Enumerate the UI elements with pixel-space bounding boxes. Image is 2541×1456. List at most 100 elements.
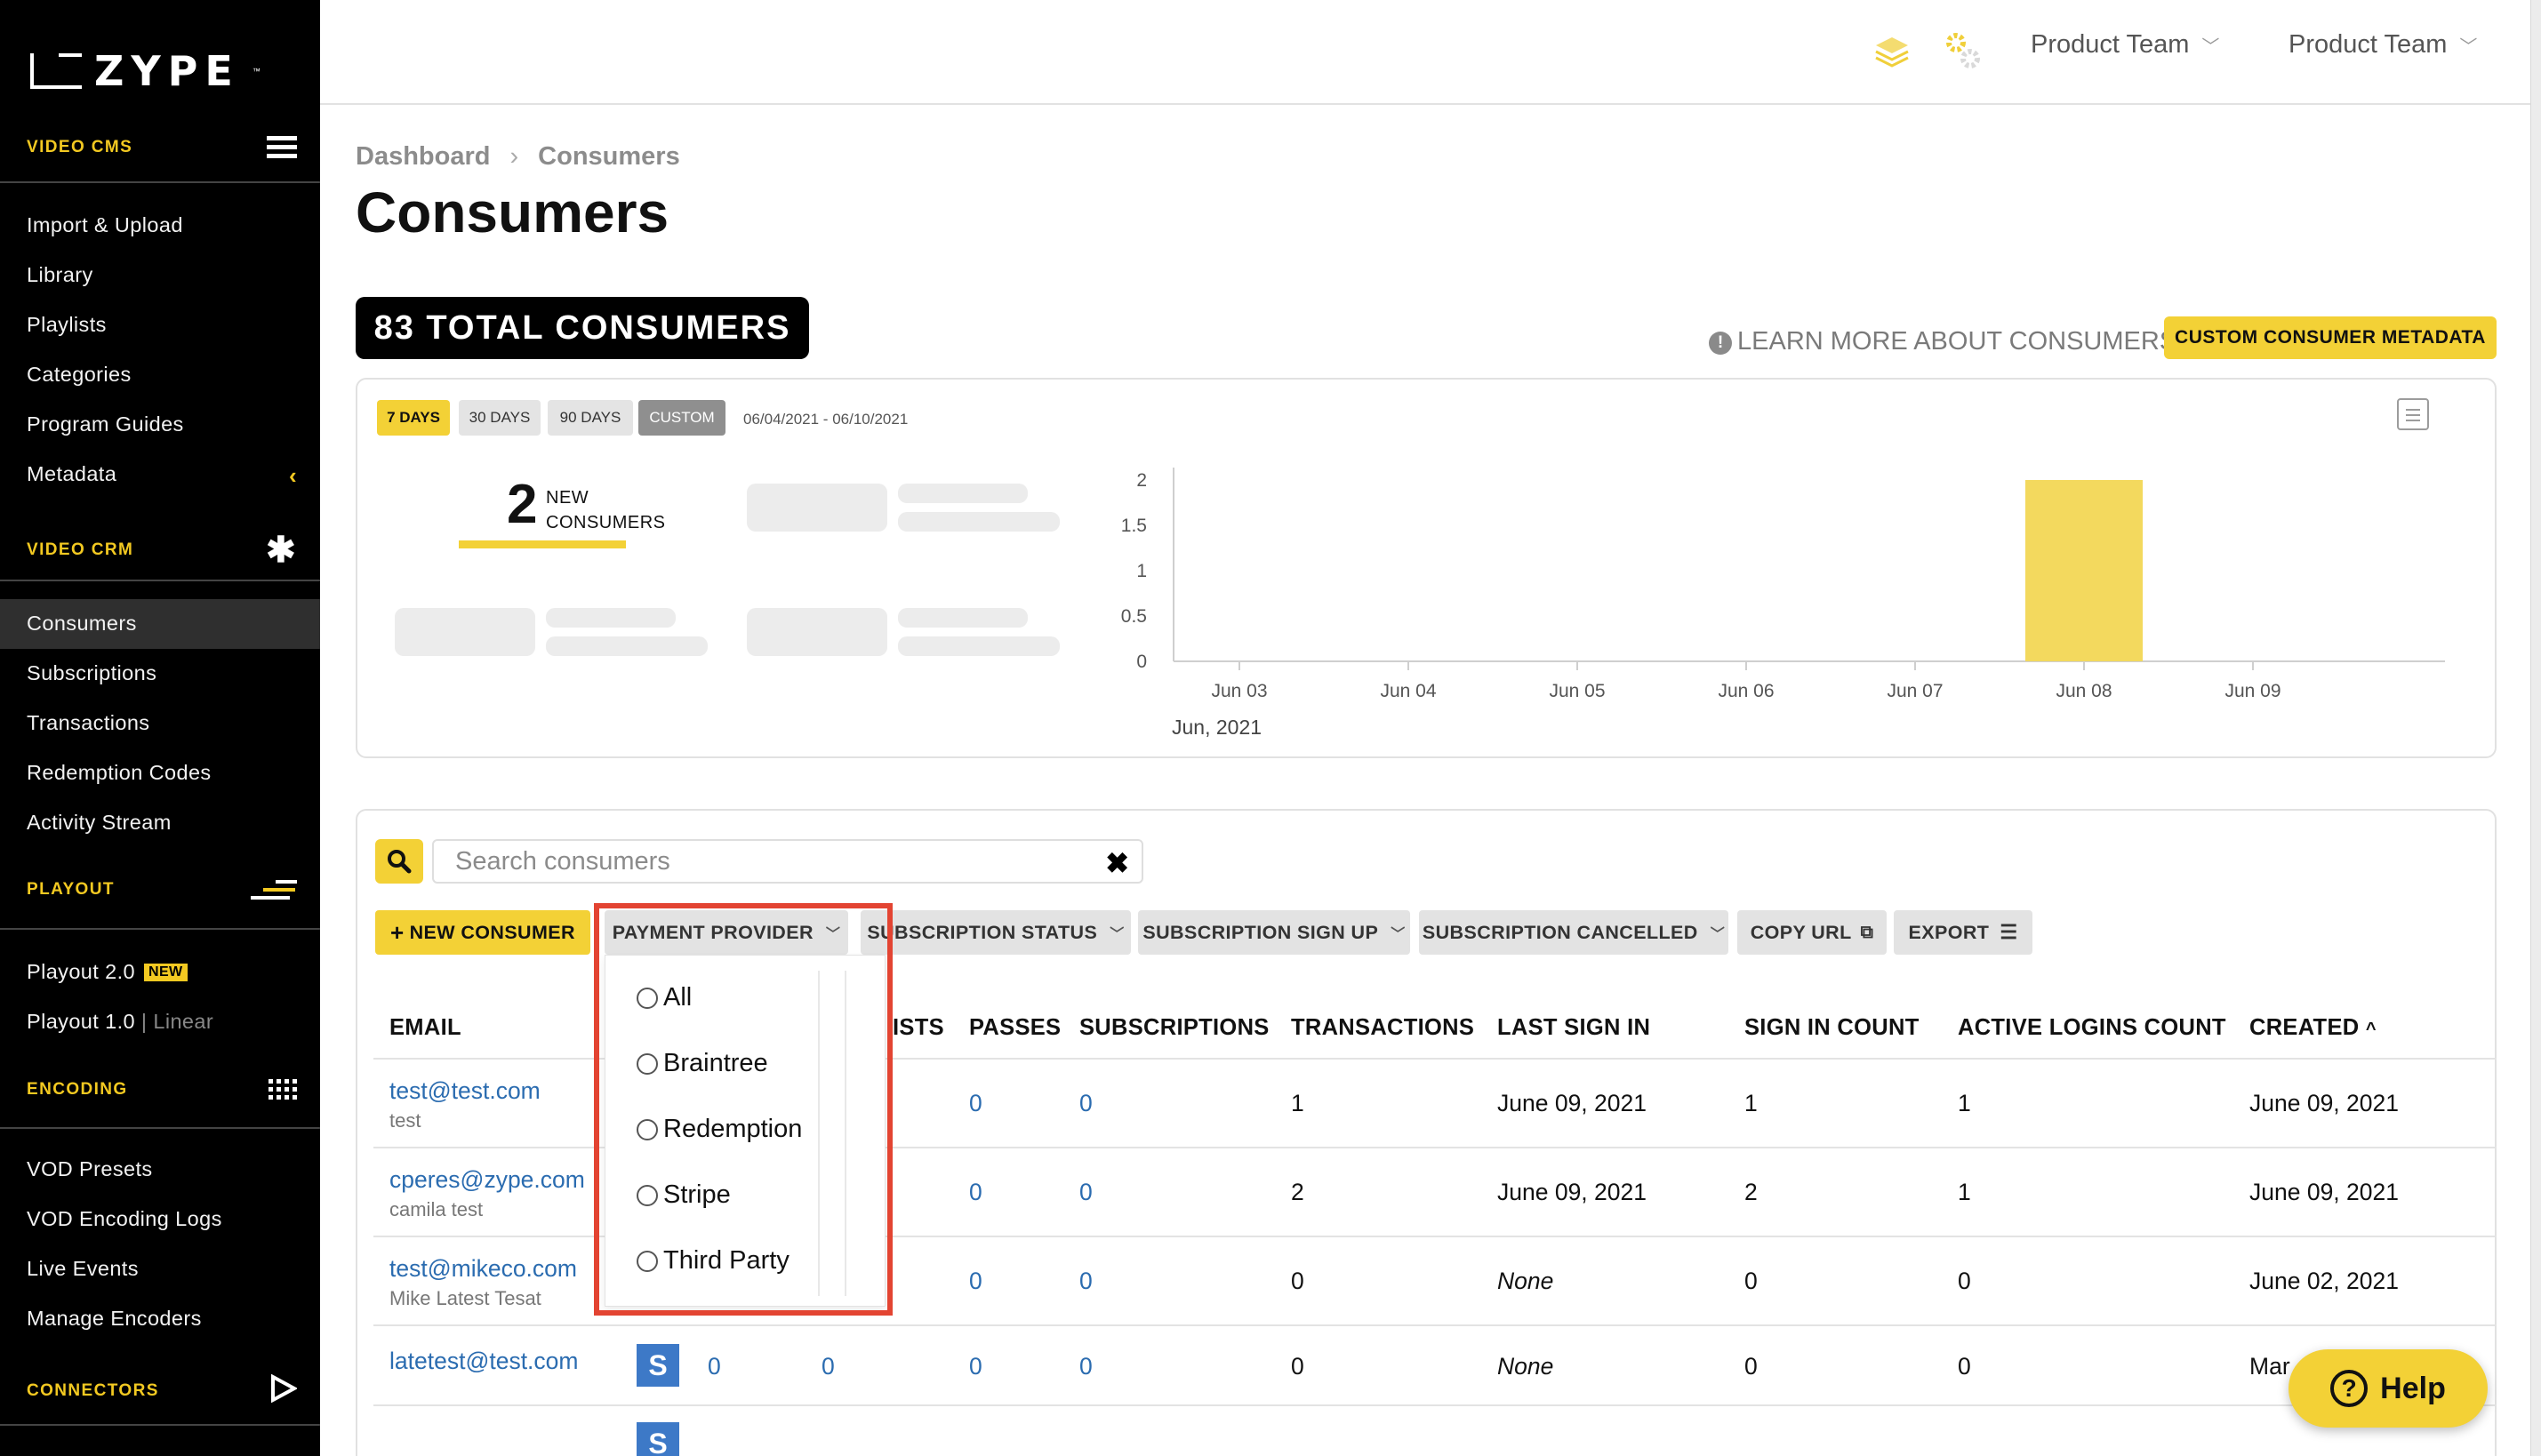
x-tick-label: Jun 08: [2056, 681, 2112, 701]
breadcrumb-dashboard[interactable]: Dashboard: [356, 142, 490, 171]
export-button[interactable]: EXPORT ☰: [1894, 910, 2032, 955]
sidebar-item-activity-stream[interactable]: Activity Stream: [27, 811, 172, 835]
subscription-cancelled-filter[interactable]: SUBSCRIPTION CANCELLED ﹀: [1419, 910, 1728, 955]
close-icon[interactable]: ✖: [1105, 846, 1129, 880]
x-tick-label: Jun 04: [1380, 681, 1436, 701]
section-label: CONNECTORS: [27, 1381, 159, 1400]
new-consumer-button[interactable]: + NEW CONSUMER: [375, 910, 590, 955]
sidebar-item-consumers[interactable]: Consumers: [27, 612, 137, 636]
breadcrumb: Dashboard › Consumers: [356, 142, 680, 172]
hamburger-icon[interactable]: [267, 132, 297, 163]
separator: |: [140, 1010, 148, 1033]
new-consumers-count: 2: [507, 474, 538, 535]
kpi-placeholder: [898, 608, 1028, 628]
column-header-created[interactable]: CREATED ^: [2249, 1015, 2377, 1041]
row-passes[interactable]: 0: [969, 1353, 982, 1380]
button-label: SUBSCRIPTION CANCELLED: [1422, 921, 1698, 943]
row-email[interactable]: test@mikeco.com: [389, 1255, 577, 1283]
row-subscriptions[interactable]: 0: [1079, 1179, 1093, 1206]
section-encoding[interactable]: ENCODING: [27, 1079, 297, 1100]
team-selector-2[interactable]: Product Team ﹀: [2289, 30, 2477, 60]
section-playout[interactable]: PLAYOUT: [27, 880, 297, 900]
row-passes[interactable]: 0: [969, 1179, 982, 1206]
column-header-sign-in-count[interactable]: SIGN IN COUNT: [1744, 1015, 1920, 1041]
learn-more-link[interactable]: ! LEARN MORE ABOUT CONSUMERS: [1709, 327, 2176, 356]
column-header-lists[interactable]: ISTS: [893, 1015, 944, 1041]
row-email[interactable]: latetest@test.com: [389, 1348, 578, 1375]
asterisk-icon: ✱: [266, 531, 297, 570]
subscription-status-filter[interactable]: SUBSCRIPTION STATUS ﹀: [861, 910, 1131, 955]
range-7-days[interactable]: 7 DAYS: [377, 400, 450, 436]
row-active-logins: 1: [1958, 1179, 1971, 1205]
new-consumers-chart: 0 0.5 1 1.5 2 Jun 03 Jun 04 Jun 05 Jun 06 Jun 07 J…: [1121, 468, 2445, 739]
sidebar-item-program-guides[interactable]: Program Guides: [27, 412, 184, 436]
search-input[interactable]: [434, 841, 1074, 882]
copy-url-button[interactable]: COPY URL ⧉: [1737, 910, 1887, 955]
grid-icon: [269, 1079, 297, 1100]
chevron-down-icon: ﹀: [1110, 927, 1125, 942]
new-consumers-label: NEW CONSUMERS: [546, 485, 666, 535]
sidebar-item-live-events[interactable]: Live Events: [27, 1257, 139, 1281]
zype-logo[interactable]: ZYPE ™: [30, 47, 261, 95]
chevron-left-icon: ‹: [288, 462, 297, 489]
page-scrollbar[interactable]: [2530, 0, 2541, 1456]
sidebar-item-redemption-codes[interactable]: Redemption Codes: [27, 761, 212, 785]
plus-icon: +: [390, 918, 405, 946]
sidebar-item-metadata[interactable]: Metadata ‹: [27, 462, 297, 490]
sidebar-item-transactions[interactable]: Transactions: [27, 711, 149, 735]
row-subscriptions[interactable]: 0: [1079, 1353, 1093, 1380]
sort-ascending-icon[interactable]: ^: [2366, 1020, 2377, 1039]
range-custom[interactable]: CUSTOM: [638, 400, 725, 436]
team-selector-1[interactable]: Product Team ﹀: [2031, 30, 2219, 60]
search-button[interactable]: [375, 839, 423, 884]
sidebar-item-vod-presets[interactable]: VOD Presets: [27, 1157, 153, 1181]
button-label: SUBSCRIPTION SIGN UP: [1142, 921, 1379, 943]
gears-icon[interactable]: [1942, 30, 1983, 80]
stack-icon[interactable]: [1872, 34, 1912, 78]
range-30-days[interactable]: 30 DAYS: [459, 400, 541, 436]
column-header-subscriptions[interactable]: SUBSCRIPTIONS: [1079, 1015, 1270, 1041]
column-header-active-logins-count[interactable]: ACTIVE LOGINS COUNT: [1958, 1015, 2226, 1041]
row-transactions: 1: [1291, 1090, 1304, 1116]
kpi-placeholder: [546, 608, 676, 628]
table-divider: [373, 1324, 2497, 1326]
team-label: Product Team: [2031, 30, 2190, 59]
subscription-sign-up-filter[interactable]: SUBSCRIPTION SIGN UP ﹀: [1138, 910, 1410, 955]
section-video-cms[interactable]: VIDEO CMS: [27, 132, 297, 163]
sidebar-item-playlists[interactable]: Playlists: [27, 313, 107, 337]
section-connectors[interactable]: CONNECTORS: [27, 1373, 299, 1408]
sidebar: ZYPE ™ VIDEO CMS Import & Upload Library …: [0, 0, 320, 1456]
sidebar-item-playout-1[interactable]: Playout 1.0 | Linear: [27, 1010, 213, 1034]
row-passes[interactable]: 0: [969, 1090, 982, 1117]
custom-consumer-metadata-button[interactable]: CUSTOM CONSUMER METADATA: [2164, 316, 2497, 359]
sidebar-item-import-upload[interactable]: Import & Upload: [27, 213, 183, 237]
help-button[interactable]: ? Help: [2289, 1349, 2488, 1428]
row-subscriptions[interactable]: 0: [1079, 1090, 1093, 1117]
row-email[interactable]: test@test.com: [389, 1077, 541, 1105]
row-value-a[interactable]: 0: [708, 1353, 721, 1380]
column-header-passes[interactable]: PASSES: [969, 1015, 1061, 1041]
sidebar-item-library[interactable]: Library: [27, 263, 93, 287]
breadcrumb-consumers[interactable]: Consumers: [538, 142, 680, 171]
row-subscriptions[interactable]: 0: [1079, 1268, 1093, 1295]
column-header-email[interactable]: EMAIL: [389, 1015, 461, 1041]
row-sign-in-count: 0: [1744, 1268, 1758, 1294]
top-bar: Product Team ﹀ Product Team ﹀: [320, 0, 2541, 105]
sidebar-item-manage-encoders[interactable]: Manage Encoders: [27, 1307, 202, 1331]
column-header-transactions[interactable]: TRANSACTIONS: [1291, 1015, 1474, 1041]
logo-mark-icon: [30, 53, 82, 89]
column-header-last-sign-in[interactable]: LAST SIGN IN: [1497, 1015, 1650, 1041]
sidebar-item-vod-encoding-logs[interactable]: VOD Encoding Logs: [27, 1207, 222, 1231]
sidebar-item-playout-2[interactable]: Playout 2.0 NEW: [27, 960, 188, 984]
section-video-crm[interactable]: VIDEO CRM ✱: [27, 530, 297, 571]
sidebar-item-subscriptions[interactable]: Subscriptions: [27, 661, 156, 685]
y-tick-label: 0: [1136, 652, 1147, 672]
sidebar-item-categories[interactable]: Categories: [27, 363, 132, 387]
row-last-sign-in: None: [1497, 1353, 1554, 1380]
row-value-b[interactable]: 0: [822, 1353, 835, 1380]
range-90-days[interactable]: 90 DAYS: [548, 400, 633, 436]
row-passes[interactable]: 0: [969, 1268, 982, 1295]
chart-menu-icon[interactable]: [2397, 398, 2429, 430]
row-email[interactable]: cperes@zype.com: [389, 1166, 585, 1194]
linear-label: Linear: [153, 1010, 214, 1033]
